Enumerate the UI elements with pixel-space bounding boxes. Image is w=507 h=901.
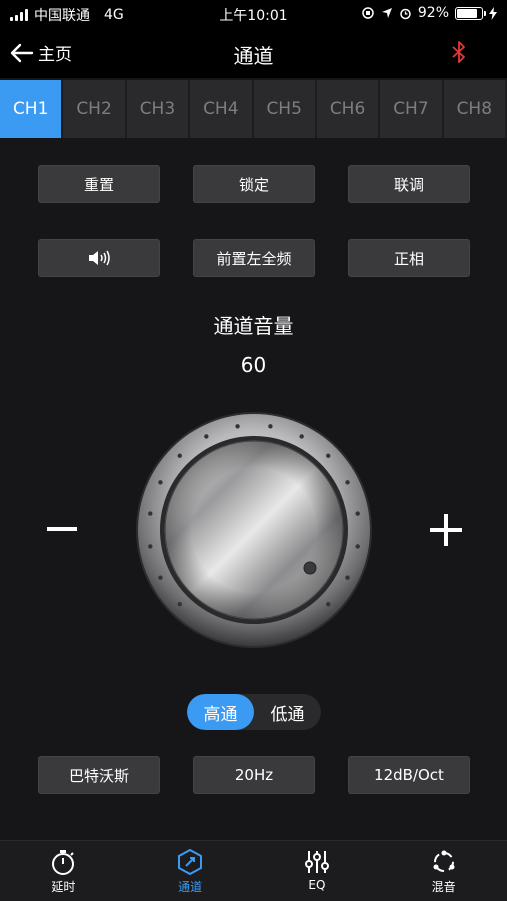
volume-decrease-button[interactable] <box>47 527 77 531</box>
knob-dot <box>326 602 331 607</box>
channel-tabs: CH1 CH2 CH3 CH4 CH5 CH6 CH7 CH8 <box>0 80 507 138</box>
mute-button[interactable] <box>38 239 160 277</box>
orientation-lock-icon <box>362 7 374 19</box>
knob-dot <box>345 575 350 580</box>
mix-icon <box>433 850 455 872</box>
channel-icon <box>178 849 203 875</box>
eq-sliders-icon <box>304 851 329 873</box>
filter-type-button[interactable]: 巴特沃斯 <box>38 756 160 794</box>
volume-knob[interactable] <box>135 411 373 649</box>
knob-dot <box>204 434 209 439</box>
knob-dot <box>158 575 163 580</box>
back-button[interactable]: 主页 <box>10 40 72 65</box>
high-pass-option[interactable]: 高通 <box>187 694 254 730</box>
speaker-icon <box>89 250 110 266</box>
back-arrow-icon <box>10 43 34 62</box>
tab-ch4[interactable]: CH4 <box>190 80 252 138</box>
tab-eq-label: EQ <box>308 878 326 892</box>
channel-name-button[interactable]: 前置左全频 <box>193 239 315 277</box>
alarm-icon <box>400 8 411 19</box>
knob-indicator <box>303 561 317 575</box>
tab-channel[interactable]: 通道 <box>127 841 254 901</box>
bluetooth-icon[interactable] <box>451 40 467 68</box>
tab-channel-label: 通道 <box>178 880 203 894</box>
tab-delay-label: 延时 <box>51 880 76 894</box>
frequency-button[interactable]: 20Hz <box>193 756 315 794</box>
low-pass-option[interactable]: 低通 <box>254 694 321 730</box>
knob-dot <box>345 480 350 485</box>
tab-ch5[interactable]: CH5 <box>253 80 315 138</box>
knob-dot <box>299 434 304 439</box>
charging-icon <box>489 6 497 20</box>
nav-bar: 主页 通道 <box>0 28 507 78</box>
filter-toggle: 高通 低通 <box>187 694 321 730</box>
location-icon <box>381 8 392 18</box>
link-button[interactable]: 联调 <box>348 165 470 203</box>
status-right: 92% <box>361 5 497 21</box>
tab-ch8[interactable]: CH8 <box>443 80 505 138</box>
volume-value: 60 <box>240 353 267 377</box>
knob-dot <box>355 511 360 516</box>
phase-button[interactable]: 正相 <box>348 239 470 277</box>
knob-dot <box>148 511 153 516</box>
reset-button[interactable]: 重置 <box>38 165 160 203</box>
volume-label: 通道音量 <box>213 314 294 338</box>
lock-button[interactable]: 锁定 <box>193 165 315 203</box>
knob-dot <box>177 453 182 458</box>
stopwatch-icon <box>52 850 75 875</box>
slope-button[interactable]: 12dB/Oct <box>348 756 470 794</box>
tab-mix[interactable]: 混音 <box>380 841 507 901</box>
tab-ch7[interactable]: CH7 <box>380 80 442 138</box>
tab-eq[interactable]: EQ <box>254 841 381 901</box>
knob-dot <box>326 453 331 458</box>
knob-dot <box>268 424 273 429</box>
back-label: 主页 <box>38 45 72 65</box>
battery-percent: 92% <box>417 5 449 21</box>
knob-dot <box>235 424 240 429</box>
tab-ch6[interactable]: CH6 <box>316 80 379 138</box>
tab-ch2[interactable]: CH2 <box>63 80 125 138</box>
knob-dot <box>177 602 182 607</box>
volume-increase-button[interactable] <box>430 514 462 546</box>
battery-icon <box>455 6 486 20</box>
knob-dot <box>355 544 360 549</box>
page-title: 通道 <box>233 44 274 68</box>
tab-mix-label: 混音 <box>431 880 456 894</box>
tab-ch1[interactable]: CH1 <box>0 80 62 138</box>
bottom-tab-bar: 延时 通道 EQ 混音 <box>0 840 507 901</box>
status-bar: 中国联通 4G 上午10:01 92% <box>0 0 507 28</box>
tab-delay[interactable]: 延时 <box>0 841 127 901</box>
knob-dot <box>158 480 163 485</box>
knob-dot <box>148 544 153 549</box>
tab-ch3[interactable]: CH3 <box>126 80 189 138</box>
